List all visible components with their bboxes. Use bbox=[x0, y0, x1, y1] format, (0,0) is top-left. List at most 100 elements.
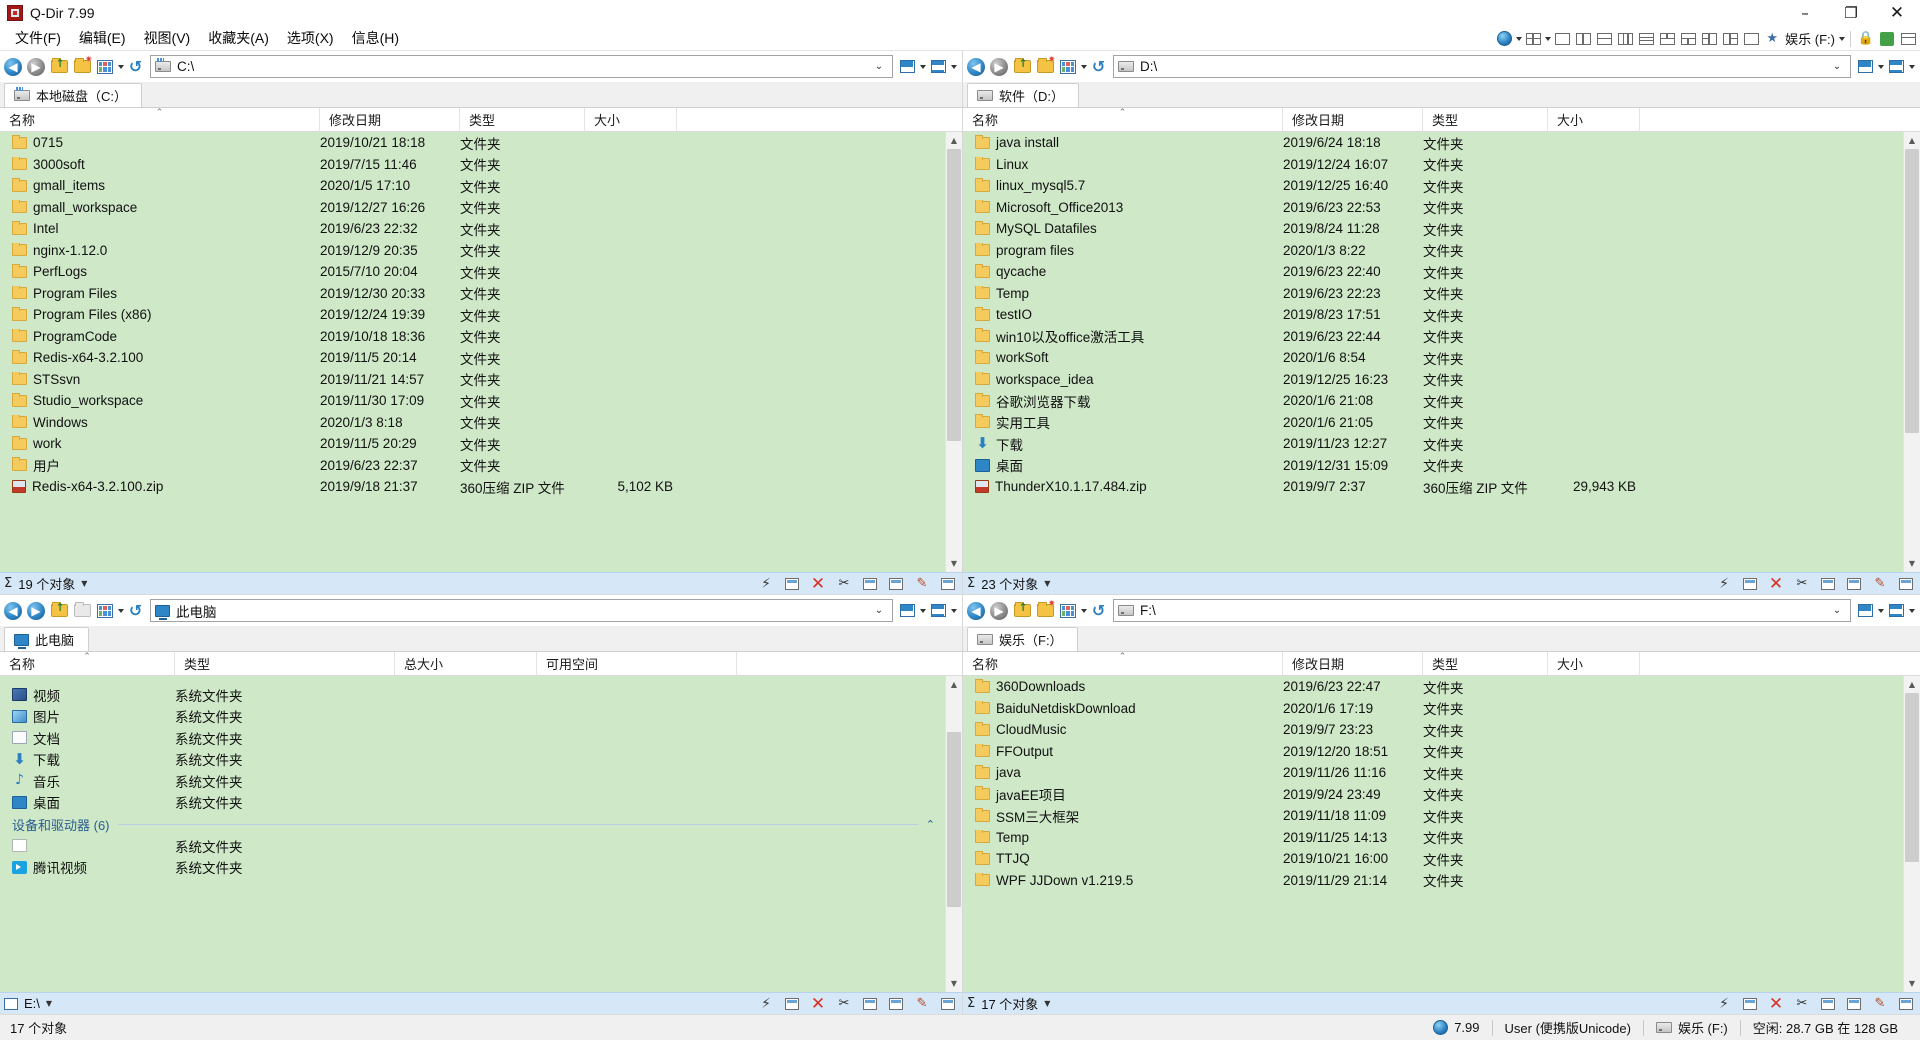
panel-full-button[interactable] bbox=[927, 56, 949, 78]
file-list[interactable]: java install 2019/6/24 18:18 文件夹 Linux 2019/… bbox=[963, 132, 1903, 572]
scroll-down-button[interactable]: ▼ bbox=[1904, 555, 1920, 572]
paste-icon[interactable] bbox=[1844, 575, 1864, 593]
panel-full-button-chevron-down-icon[interactable] bbox=[1909, 64, 1915, 69]
scroll-up-button[interactable]: ▲ bbox=[1904, 676, 1920, 693]
table-row[interactable]: javaEE项目 2019/9/24 23:49 文件夹 bbox=[963, 784, 1903, 806]
new-folder-button[interactable] bbox=[1034, 56, 1056, 78]
status-chevron-down-icon[interactable]: ▼ bbox=[1044, 999, 1050, 1008]
table-row[interactable]: PerfLogs 2015/7/10 20:04 文件夹 bbox=[0, 261, 945, 283]
properties-icon[interactable] bbox=[938, 575, 958, 593]
panel-full-button-chevron-down-icon[interactable] bbox=[951, 64, 957, 69]
table-row[interactable]: Studio_workspace 2019/11/30 17:09 文件夹 bbox=[0, 390, 945, 412]
address-input[interactable]: 此电脑 ⌄ bbox=[150, 599, 893, 622]
address-dropdown-chevron-icon[interactable]: ⌄ bbox=[870, 56, 888, 77]
paste-icon[interactable] bbox=[886, 575, 906, 593]
maximize-button[interactable]: ❐ bbox=[1828, 0, 1874, 26]
table-row[interactable]: linux_mysql5.7 2019/12/25 16:40 文件夹 bbox=[963, 175, 1903, 197]
table-row[interactable]: TTJQ 2019/10/21 16:00 文件夹 bbox=[963, 848, 1903, 870]
table-row[interactable]: 腾讯视频 系统文件夹 bbox=[0, 857, 945, 879]
column-header-2[interactable]: 修改日期 bbox=[1283, 107, 1423, 132]
table-row[interactable]: workSoft 2020/1/6 8:54 文件夹 bbox=[963, 347, 1903, 369]
table-row[interactable]: Temp 2019/6/23 22:23 文件夹 bbox=[963, 283, 1903, 305]
column-header-1[interactable]: 名称 ⌃ bbox=[963, 651, 1283, 676]
new-folder-button[interactable] bbox=[1034, 600, 1056, 622]
table-row[interactable]: 桌面 2019/12/31 15:09 文件夹 bbox=[963, 455, 1903, 477]
column-header-1[interactable]: 名称 ⌃ bbox=[963, 107, 1283, 132]
menu-file[interactable]: 文件(F) bbox=[6, 25, 70, 51]
vertical-scrollbar[interactable]: ▲ ▼ bbox=[1903, 676, 1920, 992]
column-header-4[interactable]: 可用空间 bbox=[537, 651, 737, 676]
back-button[interactable]: ◀ bbox=[965, 56, 987, 78]
properties-icon[interactable] bbox=[938, 995, 958, 1013]
scroll-up-button[interactable]: ▲ bbox=[946, 676, 962, 693]
table-row[interactable]: Program Files (x86) 2019/12/24 19:39 文件夹 bbox=[0, 304, 945, 326]
column-header-3[interactable]: 类型 bbox=[1423, 107, 1548, 132]
cut-icon[interactable]: ✂ bbox=[834, 995, 854, 1013]
paste-icon[interactable] bbox=[886, 995, 906, 1013]
scrollbar-track[interactable] bbox=[1904, 149, 1920, 555]
tab-panel-d[interactable]: 软件（D:） bbox=[967, 83, 1080, 107]
layout-9-icon[interactable] bbox=[1720, 29, 1740, 49]
quick-action-icon[interactable]: ⚡ bbox=[756, 575, 776, 593]
copy-icon[interactable] bbox=[1818, 575, 1838, 593]
table-row[interactable]: BaiduNetdiskDownload 2020/1/6 17:19 文件夹 bbox=[963, 698, 1903, 720]
table-row[interactable]: 用户 2019/6/23 22:37 文件夹 bbox=[0, 455, 945, 477]
column-header-2[interactable]: 修改日期 bbox=[1283, 651, 1423, 676]
scroll-up-button[interactable]: ▲ bbox=[1904, 132, 1920, 149]
view-mode-button[interactable] bbox=[94, 56, 116, 78]
table-row[interactable]: SSM三大框架 2019/11/18 11:09 文件夹 bbox=[963, 805, 1903, 827]
table-row[interactable]: ♪ 音乐 系统文件夹 bbox=[0, 770, 945, 792]
globe-icon[interactable] bbox=[1494, 29, 1514, 49]
new-folder-button[interactable] bbox=[71, 600, 93, 622]
column-header-4[interactable]: 大小 bbox=[585, 107, 677, 132]
copy-icon[interactable] bbox=[860, 995, 880, 1013]
layout-1-icon[interactable] bbox=[1552, 29, 1572, 49]
table-row[interactable]: 系统文件夹 bbox=[0, 835, 945, 857]
tab-panel-f[interactable]: 娱乐（F:） bbox=[967, 627, 1078, 651]
forward-button[interactable]: ▶ bbox=[988, 600, 1010, 622]
refresh-button[interactable]: ↻ bbox=[1088, 56, 1110, 78]
address-dropdown-chevron-icon[interactable]: ⌄ bbox=[1828, 56, 1846, 77]
panel-split-button[interactable] bbox=[896, 600, 918, 622]
menu-view[interactable]: 视图(V) bbox=[135, 25, 200, 51]
view-mode-button[interactable] bbox=[94, 600, 116, 622]
refresh-button[interactable]: ↻ bbox=[1088, 600, 1110, 622]
delete-icon[interactable]: ✕ bbox=[808, 574, 828, 594]
tab-panel-c[interactable]: 本地磁盘（C:） bbox=[4, 83, 143, 107]
table-row[interactable]: 桌面 系统文件夹 bbox=[0, 792, 945, 814]
table-row[interactable]: Program Files 2019/12/30 20:33 文件夹 bbox=[0, 283, 945, 305]
column-header-2[interactable]: 类型 bbox=[175, 651, 395, 676]
table-row[interactable]: ⬇ 下载 系统文件夹 bbox=[0, 749, 945, 771]
table-row[interactable]: workspace_idea 2019/12/25 16:23 文件夹 bbox=[963, 369, 1903, 391]
layout-dropdown-chevron-icon[interactable] bbox=[1545, 36, 1552, 41]
table-row[interactable]: java install 2019/6/24 18:18 文件夹 bbox=[963, 132, 1903, 154]
group-header-devices[interactable]: 设备和驱动器 (6) ⌃ bbox=[0, 813, 945, 835]
table-row[interactable]: Redis-x64-3.2.100.zip 2019/9/18 21:37 360压… bbox=[0, 476, 945, 498]
lock-icon[interactable]: 🔒 bbox=[1856, 29, 1876, 49]
group-collapse-chevron-icon[interactable]: ⌃ bbox=[926, 818, 945, 831]
file-list[interactable]: 0715 2019/10/21 18:18 文件夹 3000soft 2019/7/15… bbox=[0, 132, 945, 572]
table-row[interactable]: 360Downloads 2019/6/23 22:47 文件夹 bbox=[963, 676, 1903, 698]
back-button[interactable]: ◀ bbox=[965, 600, 987, 622]
layout-7-icon[interactable] bbox=[1678, 29, 1698, 49]
panel-full-button[interactable] bbox=[1885, 600, 1907, 622]
view-mode-button[interactable] bbox=[1057, 56, 1079, 78]
menu-favorites[interactable]: 收藏夹(A) bbox=[199, 25, 278, 51]
view-mode-chevron-down-icon[interactable] bbox=[118, 64, 124, 69]
copy-icon[interactable] bbox=[860, 575, 880, 593]
cut-icon[interactable]: ✂ bbox=[1792, 575, 1812, 593]
scrollbar-thumb[interactable] bbox=[1905, 149, 1919, 434]
table-row[interactable]: 图片 系统文件夹 bbox=[0, 706, 945, 728]
view-mode-chevron-down-icon[interactable] bbox=[1081, 64, 1087, 69]
table-row[interactable]: Linux 2019/12/24 16:07 文件夹 bbox=[963, 154, 1903, 176]
edit-icon[interactable]: ✎ bbox=[1870, 995, 1890, 1013]
address-dropdown-chevron-icon[interactable]: ⌄ bbox=[1828, 600, 1846, 621]
table-row[interactable]: program files 2020/1/3 8:22 文件夹 bbox=[963, 240, 1903, 262]
panel-split-button-chevron-down-icon[interactable] bbox=[920, 608, 926, 613]
edit-icon[interactable]: ✎ bbox=[1870, 575, 1890, 593]
layout-8-icon[interactable] bbox=[1699, 29, 1719, 49]
column-header-4[interactable]: 大小 bbox=[1548, 651, 1640, 676]
panel-split-button[interactable] bbox=[1854, 600, 1876, 622]
panel-split-button[interactable] bbox=[896, 56, 918, 78]
back-button[interactable]: ◀ bbox=[2, 600, 24, 622]
